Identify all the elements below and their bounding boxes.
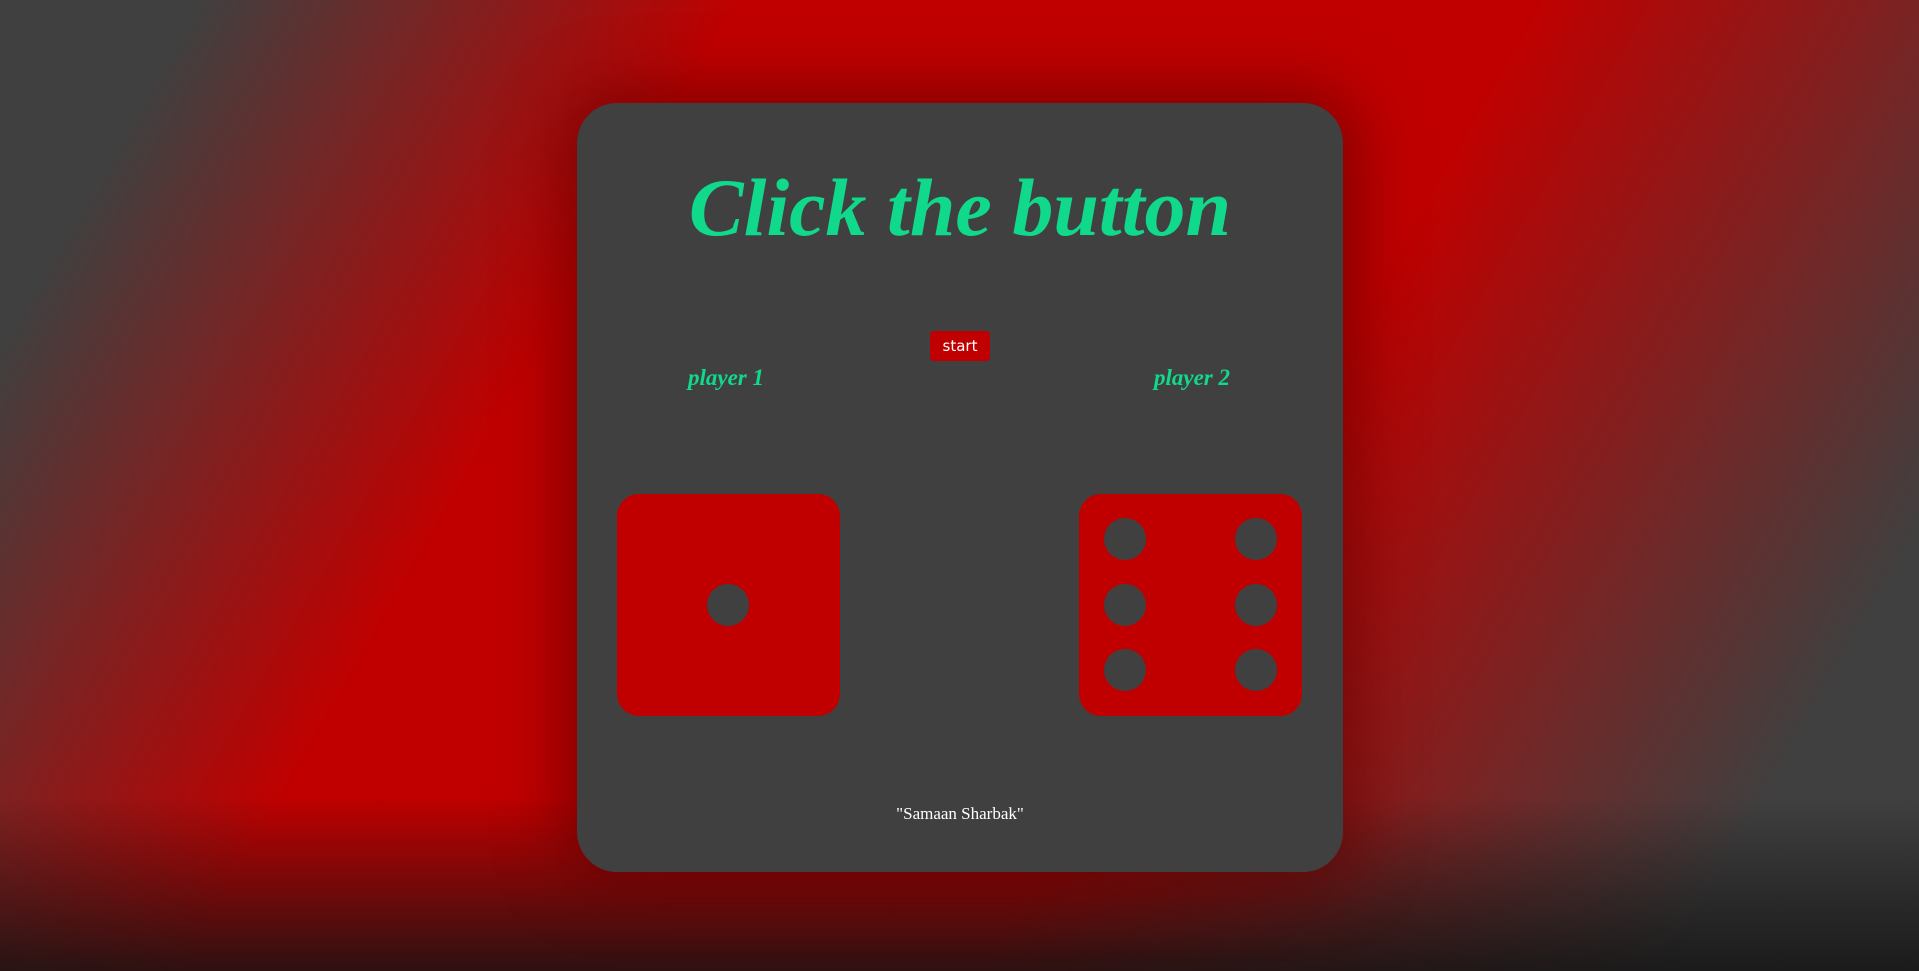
die-pip — [1235, 649, 1277, 691]
die-pip — [1235, 518, 1277, 560]
player-1-die — [617, 494, 840, 716]
die-pip — [707, 584, 749, 626]
player-2-die — [1079, 494, 1302, 716]
player-2-label: player 2 — [1153, 365, 1230, 390]
player-1-label: player 1 — [687, 365, 764, 390]
page-title: Click the button — [688, 162, 1232, 253]
die-pip — [1104, 649, 1146, 691]
die-pip — [1104, 518, 1146, 560]
game-card: Click the button start player 1 player 2… — [577, 103, 1343, 872]
die-pip — [1235, 584, 1277, 626]
author-credit: "Samaan Sharbak" — [896, 804, 1024, 823]
die-pip — [1104, 584, 1146, 626]
start-button[interactable]: start — [930, 331, 990, 361]
